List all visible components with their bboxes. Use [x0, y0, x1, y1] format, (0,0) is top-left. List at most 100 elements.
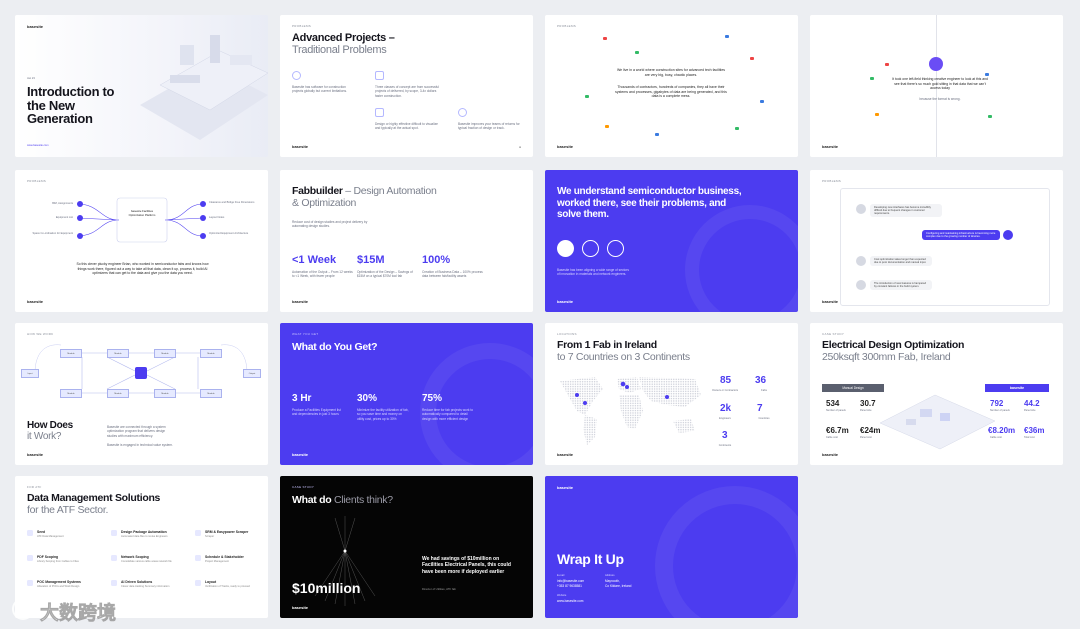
slide-how-it-works[interactable]: HOW WE WORK Module Module Module Module …	[15, 323, 268, 465]
schedule-icon	[195, 555, 201, 561]
website-label: Website	[557, 594, 567, 597]
data-node-icon	[77, 233, 83, 239]
slide-clients-think[interactable]: CASE STUDY What do Clients think? We had…	[280, 476, 533, 618]
manual-stat-value-1: 534	[826, 399, 840, 408]
email-link[interactable]: info@basesite.com	[557, 579, 584, 583]
clock-icon	[292, 71, 301, 80]
slide-what-you-get[interactable]: WHAT YOU GET What do You Get? 3 Hr Produ…	[280, 323, 533, 465]
basesite-core-icon	[135, 367, 147, 379]
solution-item: Design Package Automation Automated data …	[121, 530, 168, 538]
package-icon	[111, 530, 117, 536]
email-label: E-mail	[557, 574, 565, 577]
basesite-stat-desc-3: Cable cost	[990, 436, 1002, 439]
solution-item: Network Scoping Consolidate various cable…	[121, 555, 172, 563]
manual-design-header: Manual Design	[822, 384, 884, 392]
stat-value-1: <1 Week	[292, 254, 337, 266]
solution-item: Layout Verification of Tracks, ready to p…	[205, 580, 250, 588]
slide-chat-problems[interactable]: PROBLEMS Developing new interfaces has b…	[810, 170, 1063, 312]
slide-chaotic-sites[interactable]: PROBLEMS We live in a world where constr…	[545, 15, 798, 157]
manual-stat-value-3: €6.7m	[826, 426, 849, 435]
slide-creative-engineer[interactable]: It took one left-field thinking creative…	[810, 15, 1063, 157]
slide-description-2: Basesite is engaged in technical value s…	[107, 443, 173, 447]
slide-advanced-projects[interactable]: PROBLEMS Advanced Projects – Traditional …	[280, 15, 533, 157]
world-map	[560, 377, 701, 445]
slide-title: Electrical Design Optimization 250ksqft 3…	[822, 339, 965, 363]
stat-value-2: $15M	[357, 254, 385, 266]
slide-tag: PROBLEMS	[292, 24, 312, 28]
brand-footer: basesite	[292, 299, 309, 304]
slide-wrap-up[interactable]: basesite Wrap It Up E-mail info@basesite…	[545, 476, 798, 618]
slide-platform-diagram[interactable]: PROBLEMS BIM, Assignments Equipment List…	[15, 170, 268, 312]
stat-value-1: 3 Hr	[292, 393, 312, 404]
site-url: www.basesite.com	[27, 144, 49, 147]
slide-tag: PROBLEMS	[822, 179, 842, 183]
slide-description-1: Basesite are connected through a system …	[107, 425, 166, 438]
stat-desc-3: Creation of Business Data – 100% process…	[422, 270, 483, 279]
input-label-1: BIM, Assignments	[52, 202, 73, 205]
basesite-stat-desc-2: Panel size	[1024, 409, 1036, 412]
chat-bubble-1: Developing new interfaces has become inc…	[870, 204, 942, 217]
address-label: Address	[605, 574, 615, 577]
slide-electrical-design[interactable]: CASE STUDY Electrical Design Optimizatio…	[810, 323, 1063, 465]
brand-footer: basesite	[292, 605, 309, 610]
slide-fabbuilder[interactable]: Fabbuilder – Design Automation & Optimiza…	[280, 170, 533, 312]
pdf-icon	[27, 555, 33, 561]
slide-paragraph: So this clever plucky engineer Brian, wh…	[76, 262, 209, 276]
slide-title: From 1 Fab in Ireland to 7 Countries on 3…	[557, 339, 690, 363]
slide-paragraph-2: because the format is wrong.	[919, 97, 961, 101]
problem-text-3: Design or highly effective difficult to …	[375, 122, 438, 131]
data-node-icon	[77, 215, 83, 221]
file-icon	[885, 63, 889, 66]
layout-icon	[195, 580, 201, 586]
slide-date: Jan 23	[27, 77, 35, 80]
stat-desc-2: Fabs	[761, 389, 767, 392]
basesite-stat-value-2: 44.2	[1024, 399, 1040, 408]
slide-title: Wrap It Up	[557, 551, 624, 567]
workflow-node: Module	[107, 349, 129, 358]
stat-value-2: 30%	[357, 393, 378, 404]
isometric-fab-illustration	[140, 35, 268, 140]
slide-intro[interactable]: basesite Jan 23 Introduction to the New …	[15, 15, 268, 157]
file-icon	[735, 127, 739, 130]
file-icon	[760, 100, 764, 103]
slide-title: Advanced Projects – Traditional Problems	[292, 32, 395, 57]
basesite-stat-value-1: 792	[990, 399, 1004, 408]
brand-footer: basesite	[557, 144, 574, 149]
workflow-node: Module	[154, 389, 176, 398]
stat-value-1: 85	[720, 375, 732, 386]
solution-item: AI Driven Solutions Clever data tracking …	[121, 580, 170, 588]
stat-value-3: 100%	[422, 254, 451, 266]
input-label-2: Equipment List	[55, 216, 73, 219]
file-icon	[603, 37, 607, 40]
slide-locations[interactable]: LOCATIONS From 1 Fab in Ireland to 7 Coun…	[545, 323, 798, 465]
brand-footer: basesite	[822, 452, 839, 457]
solution-item: PDF Scoping Library Scoping from Cables t…	[37, 555, 79, 563]
brand-footer: basesite	[27, 299, 44, 304]
scraper-icon	[195, 530, 201, 536]
chat-bubble-2: Configuring and maintaining infrastructu…	[922, 230, 1000, 240]
slide-we-understand[interactable]: We understand semiconductor business, wo…	[545, 170, 798, 312]
database-icon	[582, 240, 599, 257]
brand-footer: basesite	[557, 299, 574, 304]
platform-label: basesite Facilities Optimization Platfor…	[128, 209, 156, 217]
seed-icon	[27, 530, 33, 536]
management-icon	[27, 580, 33, 586]
output-label-2: Layout Notes	[209, 216, 225, 219]
stat-desc-5: Continents	[718, 444, 732, 447]
brand-footer: basesite	[27, 452, 44, 457]
slide-title: What do You Get?	[292, 341, 378, 353]
website-link[interactable]: www.basesite.com	[557, 599, 583, 603]
manual-stat-desc-1: Number of panels	[826, 409, 846, 412]
slide-tag: WHAT YOU GET	[292, 332, 319, 336]
slide-tag: CASE STUDY	[822, 332, 845, 336]
watermark-logo-icon	[12, 598, 34, 620]
basesite-stat-desc-4: Total cost	[1024, 436, 1035, 439]
document-icon	[375, 108, 384, 117]
file-icon	[988, 115, 992, 118]
output-node-icon	[200, 201, 206, 207]
avatar	[856, 256, 866, 266]
network-icon	[111, 555, 117, 561]
solution-item: POC Management Systems Allocation of POCs…	[37, 580, 81, 588]
slide-deck-grid: basesite Jan 23 Introduction to the New …	[0, 0, 1080, 629]
stat-desc-1: Owners or Contractors	[711, 389, 739, 392]
